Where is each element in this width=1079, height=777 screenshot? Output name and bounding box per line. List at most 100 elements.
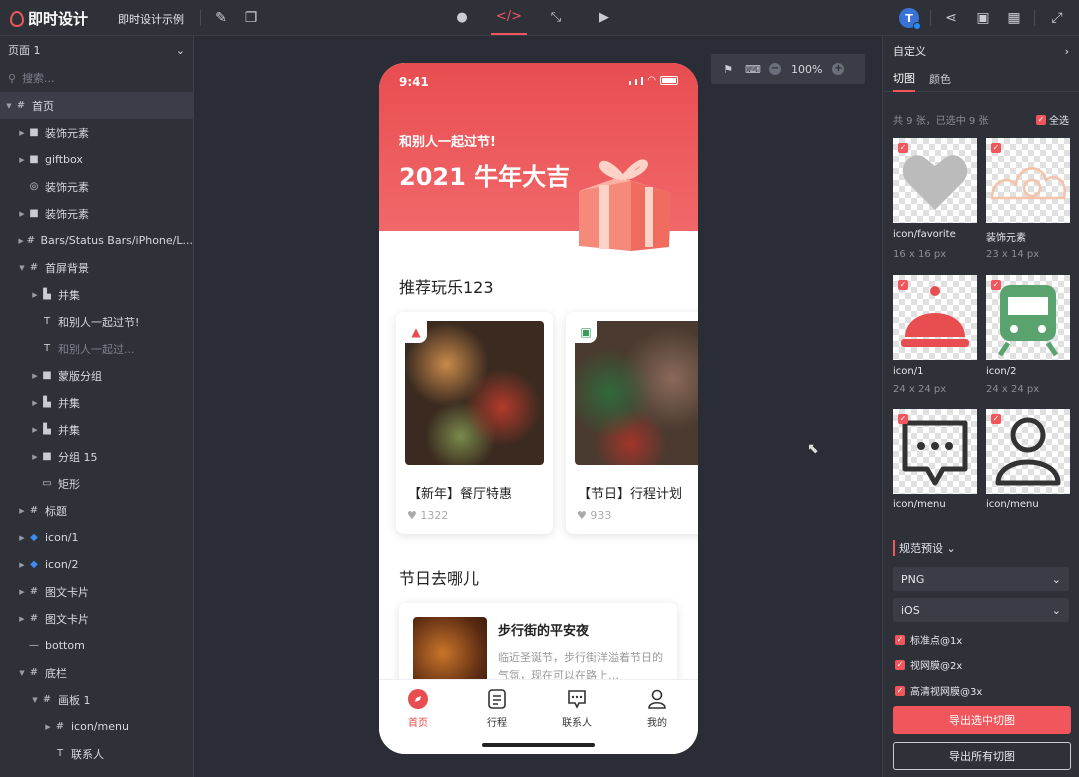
expand-arrow-icon[interactable]: ▶ [17,615,27,623]
panel-tabs: 切图 颜色 [883,66,1079,92]
zoom-out-icon[interactable]: − [769,63,781,75]
expand-arrow-icon[interactable]: ▼ [17,264,27,272]
expand-arrow-icon[interactable]: ▶ [43,723,53,731]
pencil-icon[interactable]: ✎ [211,8,231,28]
tab-colors[interactable]: 颜色 [929,66,951,92]
slice-thumb[interactable]: ✓ [893,138,977,223]
slice-thumb[interactable]: ✓ [893,409,977,494]
expand-arrow-icon[interactable]: ▶ [30,291,40,299]
slice-name: icon/2 [986,366,1017,377]
option-1x[interactable]: ✓ 标准点@1x [895,632,962,647]
slice-name: icon/favorite [893,229,956,240]
layer-item[interactable]: ◎ 装饰元素 [0,173,193,200]
layer-item[interactable]: T 联系人 [0,740,193,767]
recommend-card[interactable]: ▣ 【节日】行程计划 ♥ 933 [566,312,698,534]
zoom-in-icon[interactable]: + [832,63,845,75]
layer-item[interactable]: ▶ # 图文卡片 [0,605,193,632]
expand-arrow-icon[interactable]: ▶ [17,561,27,569]
expand-arrow-icon[interactable]: ▶ [17,156,27,164]
layer-item[interactable]: ▶ ◆ icon/1 [0,524,193,551]
expand-arrow-icon[interactable]: ▼ [17,669,27,677]
tab-trip[interactable]: 行程 [467,688,527,729]
layer-label: icon/2 [45,558,79,571]
layer-item[interactable]: ▼ # 底栏 [0,659,193,686]
layer-item[interactable]: ▶ # Bars/Status Bars/iPhone/L... [0,227,193,254]
layer-item[interactable]: ▭ 矩形 [0,470,193,497]
slice-thumb[interactable]: ✓ [893,275,977,360]
component-icon: ◆ [30,559,38,570]
panel-header[interactable]: 自定义 › [883,36,1079,66]
layer-label: 分组 15 [58,450,98,464]
layer-search[interactable]: ⚲ 搜索... [0,64,193,92]
avatar[interactable]: T [899,8,921,30]
phone-artboard[interactable]: 9:41 ◠ 和别人一起过节! 2021 牛年大吉 推荐玩乐123 ▲ 【新年】… [379,63,698,754]
tab-home[interactable]: 首页 [388,688,448,729]
layer-item[interactable]: ▶ # 图文卡片 [0,578,193,605]
copy-icon[interactable]: ❐ [241,8,261,28]
expand-arrow-icon[interactable]: ▶ [17,588,27,596]
app-logo[interactable]: 即时设计 [10,8,88,29]
expand-arrow-icon[interactable]: ▼ [30,696,40,704]
pin-icon[interactable]: ⚑ [721,63,735,76]
layer-item[interactable]: ▶ ■ giftbox [0,146,193,173]
layer-item[interactable]: ▶ ■ 分组 15 [0,443,193,470]
expand-arrow-icon[interactable]: ▶ [30,372,40,380]
layer-item[interactable]: ▶ ■ 装饰元素 [0,200,193,227]
tab-mine[interactable]: 我的 [627,688,687,729]
keyboard-icon[interactable]: ⌨ [745,63,761,76]
platform-select[interactable]: iOS ⌄ [893,598,1069,622]
layer-item[interactable]: ▼ # 画板 1 [0,686,193,713]
share-icon[interactable]: ⋖ [941,8,961,28]
layer-item[interactable]: ▶ # 标题 [0,497,193,524]
export-all-button[interactable]: 导出所有切图 [893,742,1071,770]
layer-item[interactable]: ▶ ▙ 并集 [0,416,193,443]
expand-arrow-icon[interactable]: ▶ [30,399,40,407]
expand-arrow-icon[interactable]: ▶ [17,210,27,218]
folder-icon: ■ [42,451,52,462]
tab-slices[interactable]: 切图 [893,66,915,92]
layer-item[interactable]: ▼ # 首屏背景 [0,254,193,281]
prototype-mode-icon[interactable]: ⤡ [538,0,574,35]
expand-arrow-icon[interactable]: ▶ [30,426,40,434]
option-2x[interactable]: ✓ 视网膜@2x [895,657,962,672]
expand-arrow-icon[interactable]: ▼ [4,102,14,110]
code-mode-icon[interactable]: </> [491,0,527,35]
select-all-checkbox[interactable]: ✓ 全选 [1036,112,1069,127]
layout-icon[interactable]: ▦ [1004,8,1024,28]
image-icon[interactable]: ▣ [973,8,993,28]
tab-contacts[interactable]: 联系人 [547,688,607,729]
layer-item[interactable]: T 和别人一起过... [0,335,193,362]
expand-arrow-icon[interactable]: ▶ [17,507,27,515]
layer-item[interactable]: — bottom [0,632,193,659]
hero-subtitle: 和别人一起过节! [399,135,496,150]
layer-item[interactable]: T 和别人一起过节! [0,308,193,335]
compass-icon [407,688,429,710]
train-icon: ▣ [575,321,597,343]
layer-item[interactable]: ▶ ■ 装饰元素 [0,119,193,146]
layer-label: 装饰元素 [45,126,89,140]
page-selector[interactable]: 页面 1 ⌄ [0,36,193,64]
expand-arrow-icon[interactable]: ▶ [17,129,27,137]
slice-thumb[interactable]: ✓ [986,138,1070,223]
slice-thumb[interactable]: ✓ [986,275,1070,360]
layer-item[interactable]: ▶ ■ 蒙版分组 [0,362,193,389]
recommend-card[interactable]: ▲ 【新年】餐厅特惠 ♥ 1322 [396,312,553,534]
fullscreen-icon[interactable]: ⤢ [1047,8,1067,28]
layer-item[interactable]: ▶ ▙ 并集 [0,389,193,416]
expand-arrow-icon[interactable]: ▶ [30,453,40,461]
layer-item[interactable]: ▶ # icon/menu [0,713,193,740]
layer-item[interactable]: ▶ ▙ 并集 [0,281,193,308]
document-title[interactable]: 即时设计示例 [118,11,184,27]
export-selected-button[interactable]: 导出选中切图 [893,706,1071,734]
play-icon[interactable]: ▶ [586,0,622,35]
comment-mode-icon[interactable]: ● [444,0,480,35]
layer-item[interactable]: ▼ # 首页 [0,92,193,119]
option-3x[interactable]: ✓ 高清视网膜@3x [895,683,982,698]
expand-arrow-icon[interactable]: ▶ [17,534,27,542]
layer-item[interactable]: ▶ ◆ icon/2 [0,551,193,578]
preset-label[interactable]: 规范预设 ⌄ [893,540,956,556]
text-icon: T [56,748,64,759]
format-select[interactable]: PNG ⌄ [893,567,1069,591]
expand-arrow-icon[interactable]: ▶ [17,237,25,245]
slice-thumb[interactable]: ✓ [986,409,1070,494]
